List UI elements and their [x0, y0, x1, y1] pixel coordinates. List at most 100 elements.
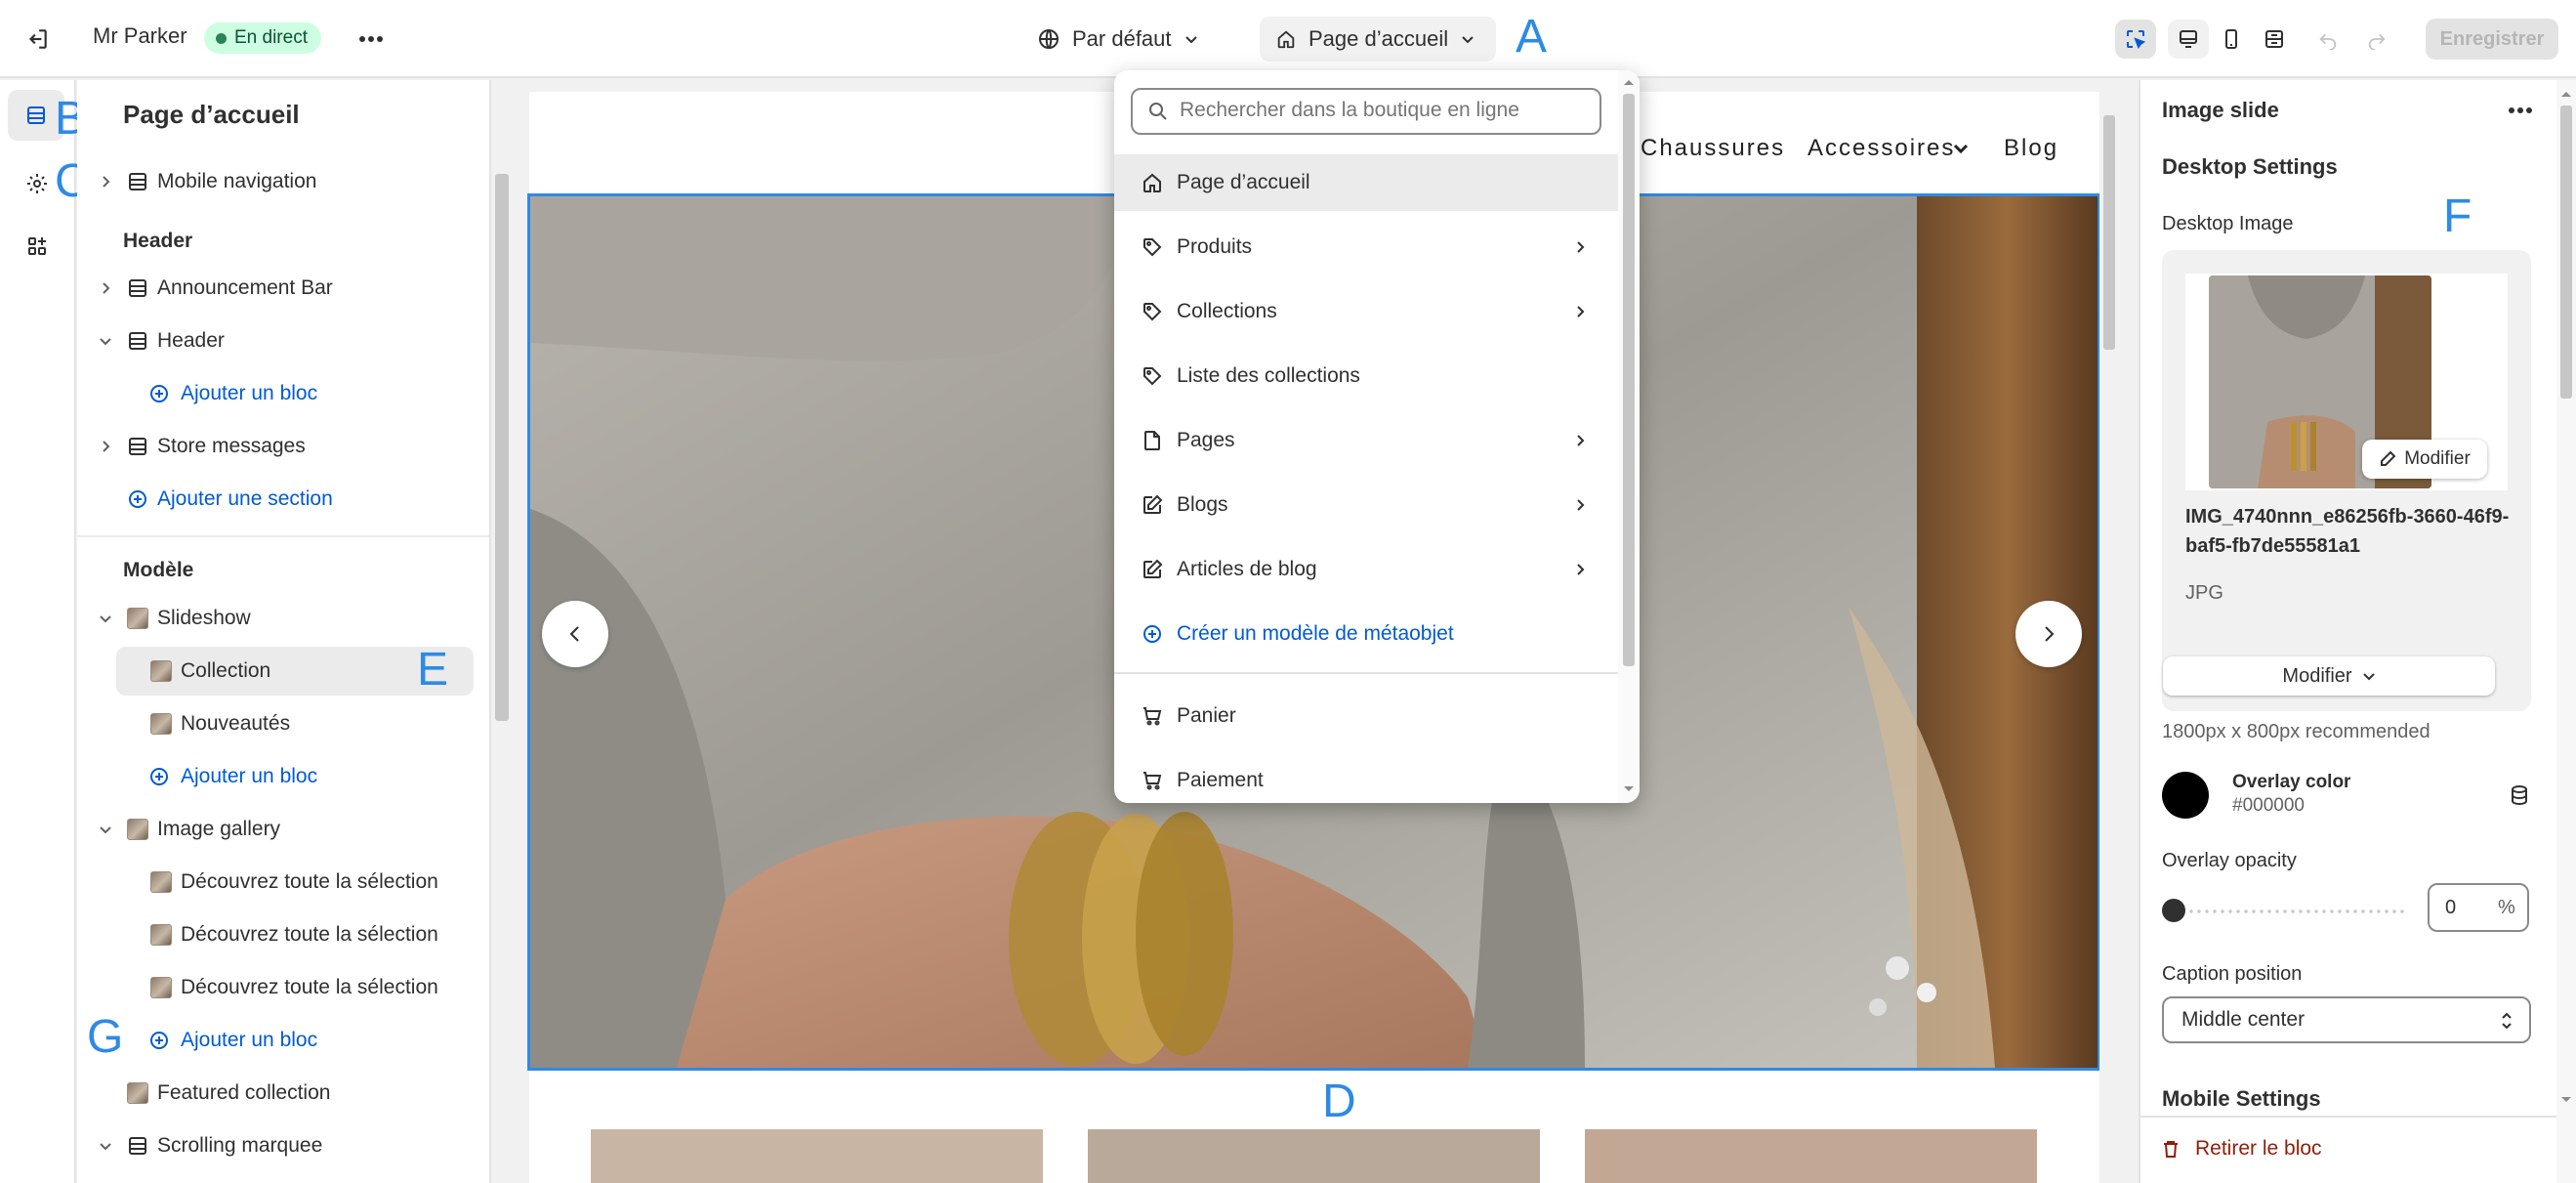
add-block-label: Ajouter un bloc [181, 1029, 318, 1051]
dropdown-item-checkout[interactable]: Paiement [1114, 752, 1618, 803]
save-button[interactable]: Enregistrer [2426, 19, 2558, 60]
section-mobile-navigation[interactable]: Mobile navigation [77, 157, 487, 206]
add-block-button[interactable]: Ajouter un bloc [77, 369, 487, 418]
search-input[interactable] [1180, 99, 1590, 122]
fullscreen-icon[interactable] [2254, 20, 2295, 59]
overlay-opacity-slider-track[interactable] [2164, 908, 2408, 914]
exit-icon[interactable] [23, 25, 51, 53]
left-panel-scrollbar[interactable] [491, 156, 511, 1182]
modify-image-button[interactable]: Modifier [2163, 656, 2495, 696]
dropdown-divider [1114, 672, 1618, 674]
preview-scrollbar[interactable] [2099, 92, 2119, 1183]
pencil-icon [2381, 450, 2396, 466]
overlay-opacity-input[interactable]: 0 % [2428, 883, 2529, 932]
chevron-down-icon [2362, 673, 2375, 681]
mobile-view-icon[interactable] [2211, 20, 2252, 59]
slide-next-button[interactable] [2015, 601, 2082, 667]
dropdown-item-pages[interactable]: Pages [1114, 412, 1618, 469]
section-header[interactable]: Header [77, 317, 487, 365]
chevron-right-icon[interactable] [99, 440, 112, 453]
collection-card[interactable] [591, 1129, 1043, 1183]
theme-selector[interactable]: Par défaut [1021, 17, 1215, 62]
edit-image-button[interactable]: Modifier [2362, 440, 2487, 479]
plus-circle-icon [150, 768, 168, 785]
block-gallery-item[interactable]: Découvrez toute la sélection [77, 858, 487, 907]
dropdown-item-collections[interactable]: Collections [1114, 283, 1618, 340]
dropdown-item-cart[interactable]: Panier [1114, 688, 1618, 744]
chevron-right-icon [1577, 435, 1585, 446]
block-nouveautes[interactable]: Nouveautés [77, 699, 487, 748]
scrollbar-thumb[interactable] [1623, 94, 1635, 666]
annotation-a: A [1516, 11, 1548, 63]
edit-image-label: Modifier [2404, 448, 2471, 469]
tag-icon [1143, 238, 1162, 257]
chevron-down-icon[interactable] [99, 334, 112, 348]
collection-card[interactable] [1585, 1129, 2037, 1183]
caption-position-select[interactable]: Middle center [2162, 996, 2531, 1043]
scrollbar-thumb[interactable] [2560, 106, 2572, 399]
page-selector[interactable]: Page d’accueil [1260, 17, 1496, 62]
dropdown-item-blog-articles[interactable]: Articles de blog [1114, 541, 1618, 598]
section-store-messages[interactable]: Store messages [77, 422, 487, 471]
dynamic-source-icon[interactable] [2506, 782, 2533, 809]
dropdown-item-collection-list[interactable]: Liste des collections [1114, 348, 1618, 404]
gallery-icon [127, 819, 148, 840]
nav-link-chaussures[interactable]: Chaussures [1641, 135, 1785, 162]
dropdown-scrollbar[interactable] [1618, 70, 1640, 803]
scroll-up-icon[interactable] [1623, 78, 1635, 86]
add-section-button[interactable]: Ajouter une section [77, 475, 487, 524]
section-image-gallery[interactable]: Image gallery [77, 805, 487, 854]
section-label: Announcement Bar [157, 276, 333, 299]
scrollbar-thumb[interactable] [495, 174, 509, 721]
block-gallery-item[interactable]: Découvrez toute la sélection [77, 910, 487, 959]
section-announcement-bar[interactable]: Announcement Bar [77, 264, 487, 313]
slideshow-icon [127, 608, 148, 629]
scroll-down-icon[interactable] [2560, 1096, 2572, 1104]
plus-circle-icon [150, 385, 168, 402]
sections-panel: Page d’accueil Mobile navigation Header … [77, 80, 491, 1183]
desktop-view-icon[interactable] [2168, 20, 2209, 59]
more-options-icon[interactable] [2506, 96, 2535, 125]
apps-icon[interactable] [20, 229, 55, 264]
dropdown-item-blogs[interactable]: Blogs [1114, 477, 1618, 533]
chevron-right-icon[interactable] [99, 281, 112, 295]
chevron-down-icon[interactable] [99, 1139, 112, 1153]
block-label: Nouveautés [181, 712, 291, 735]
undo-icon[interactable] [2310, 20, 2346, 59]
scroll-up-icon[interactable] [2560, 90, 2572, 98]
image-thumbnail[interactable]: Modifier [2185, 274, 2508, 490]
dropdown-item-label: Produits [1177, 235, 1253, 258]
section-slideshow[interactable]: Slideshow [77, 594, 487, 643]
add-block-button[interactable]: Ajouter un bloc [77, 752, 487, 801]
block-gallery-item[interactable]: Découvrez toute la sélection [77, 963, 487, 1012]
settings-panel-scrollbar[interactable] [2556, 80, 2576, 1183]
section-featured-collection[interactable]: Featured collection [77, 1069, 487, 1118]
chevron-right-icon [1577, 564, 1585, 575]
settings-gear-icon[interactable] [20, 166, 55, 201]
search-field[interactable] [1131, 88, 1601, 135]
section-scrolling-marquee[interactable]: Scrolling marquee [77, 1121, 487, 1170]
overlay-color-label: Overlay color [2232, 772, 2351, 792]
dropdown-item-home[interactable]: Page d’accueil [1114, 154, 1618, 211]
add-block-button[interactable]: Ajouter un bloc [77, 1016, 487, 1065]
chevron-down-icon[interactable] [99, 823, 112, 836]
inspector-icon[interactable] [2115, 20, 2156, 59]
scrollbar-thumb[interactable] [2103, 115, 2115, 350]
slide-prev-button[interactable] [542, 601, 608, 667]
scroll-down-icon[interactable] [1623, 785, 1635, 793]
remove-block-button[interactable]: Retirer le bloc [2160, 1137, 2322, 1161]
dropdown-item-label: Pages [1177, 429, 1235, 451]
overlay-color-swatch[interactable] [2162, 772, 2209, 819]
nav-link-blog[interactable]: Blog [2004, 135, 2058, 162]
overlay-opacity-slider-handle[interactable] [2162, 899, 2185, 922]
redo-icon[interactable] [2359, 20, 2394, 59]
chevron-right-icon[interactable] [99, 175, 112, 189]
dropdown-item-create-metaobject[interactable]: Créer un modèle de métaobjet [1114, 606, 1618, 662]
chevron-down-icon[interactable] [99, 612, 112, 625]
collection-card[interactable] [1088, 1129, 1540, 1183]
dropdown-item-label: Panier [1177, 704, 1236, 727]
dropdown-item-produits[interactable]: Produits [1114, 219, 1618, 275]
section-icon [129, 173, 146, 190]
more-actions-icon[interactable] [355, 25, 387, 53]
nav-link-accessoires[interactable]: Accessoires [1807, 135, 1955, 162]
